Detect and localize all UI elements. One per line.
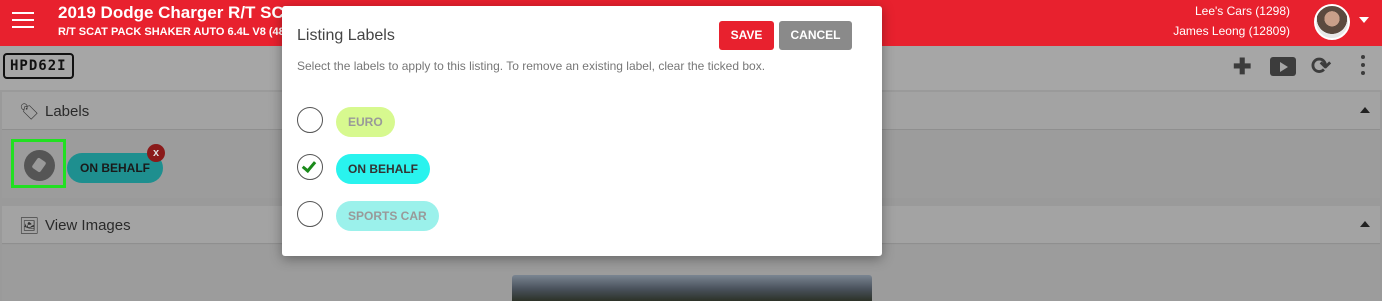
license-plate: HPD62I xyxy=(3,53,74,79)
hamburger-menu-icon[interactable] xyxy=(12,12,34,30)
label-checkbox-euro[interactable] xyxy=(297,107,323,133)
image-icon: 🖼 xyxy=(19,218,40,235)
label-chip-on-behalf: ON BEHALF xyxy=(336,154,430,184)
label-chip-euro: EURO xyxy=(336,107,395,137)
images-panel-title: View Images xyxy=(45,217,131,234)
user-name: James Leong (12809) xyxy=(1173,24,1290,38)
video-icon[interactable] xyxy=(1270,57,1296,76)
save-button[interactable]: SAVE xyxy=(719,21,774,50)
vehicle-photo[interactable] xyxy=(512,275,872,301)
listing-labels-dialog: Listing Labels SAVE CANCEL Select the la… xyxy=(282,6,882,256)
cancel-button[interactable]: CANCEL xyxy=(779,21,852,50)
labels-panel-title: Labels xyxy=(45,103,90,120)
more-vert-icon[interactable] xyxy=(1361,55,1365,79)
checkmark-icon xyxy=(301,157,317,174)
refresh-icon[interactable]: ⟳ xyxy=(1311,55,1331,79)
remove-label-icon[interactable]: x xyxy=(147,144,165,162)
label-checkbox-on-behalf[interactable] xyxy=(297,154,323,180)
dialog-title: Listing Labels xyxy=(297,27,395,44)
add-icon[interactable]: ✚ xyxy=(1233,56,1251,78)
chevron-up-icon[interactable] xyxy=(1360,221,1370,227)
label-chip-sports-car: SPORTS CAR xyxy=(336,201,439,231)
label-checkbox-sports-car[interactable] xyxy=(297,201,323,227)
add-label-button[interactable] xyxy=(24,150,55,181)
user-avatar[interactable] xyxy=(1314,4,1350,40)
chevron-down-icon[interactable] xyxy=(1359,17,1369,23)
tag-icon: 🏷 xyxy=(19,104,40,121)
chevron-up-icon[interactable] xyxy=(1360,107,1370,113)
dialog-description: Select the labels to apply to this listi… xyxy=(297,59,766,73)
dealer-name: Lee's Cars (1298) xyxy=(1194,4,1290,18)
